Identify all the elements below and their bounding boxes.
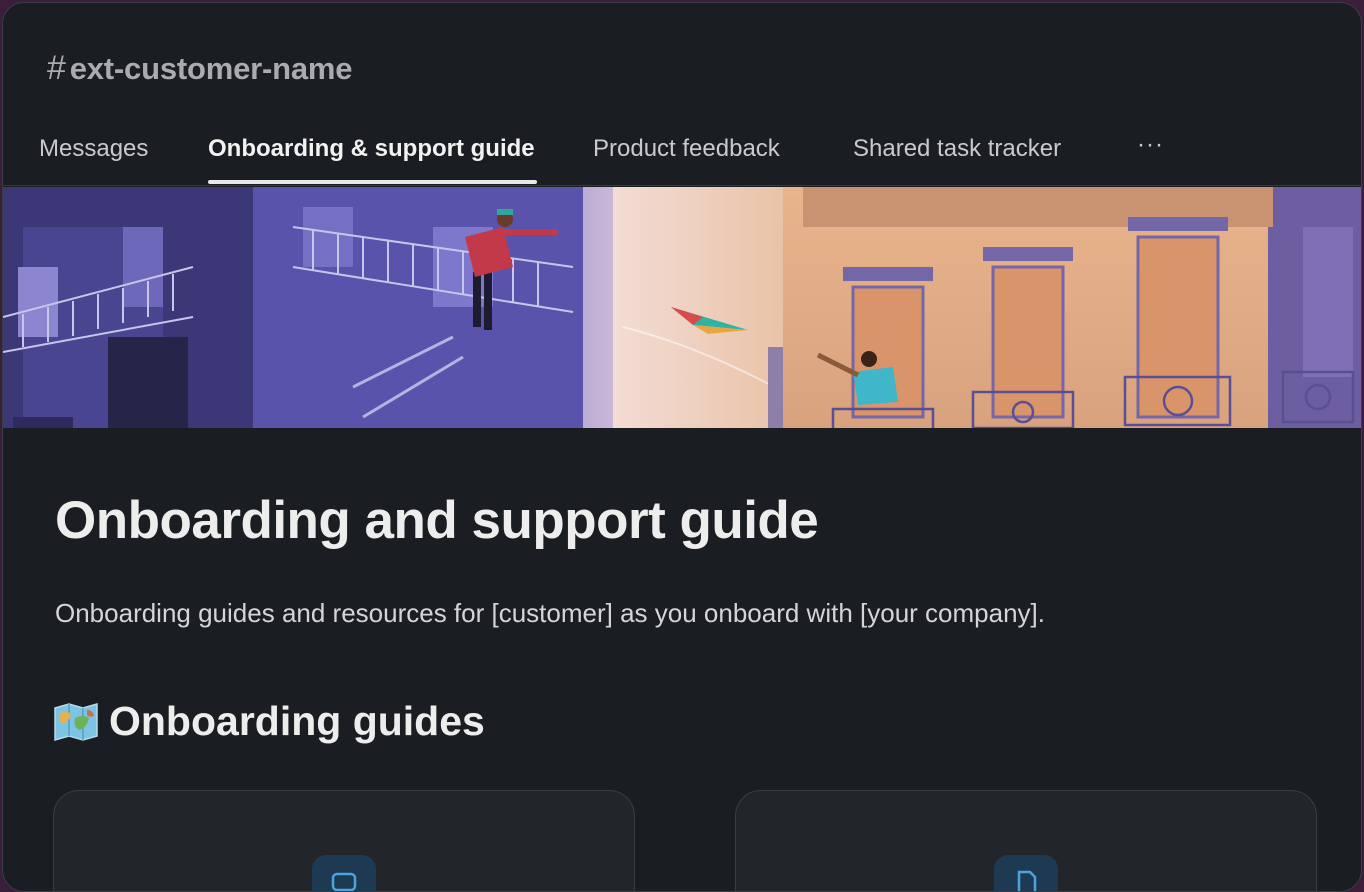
page-title: Onboarding and support guide xyxy=(55,491,819,550)
tab-shared-task-tracker[interactable]: Shared task tracker xyxy=(853,135,1061,163)
page-description: Onboarding guides and resources for [cus… xyxy=(55,598,1045,628)
more-tabs-icon[interactable]: ··· xyxy=(1137,131,1164,159)
channel-tabs: Messages Onboarding & support guide Prod… xyxy=(3,121,1361,186)
tab-onboarding-support-guide[interactable]: Onboarding & support guide xyxy=(208,135,535,163)
onboarding-card[interactable] xyxy=(53,790,635,891)
section-heading: Onboarding guides xyxy=(53,698,485,745)
world-map-icon xyxy=(54,702,98,741)
message-icon xyxy=(312,855,376,891)
channel-name: ext-customer-name xyxy=(69,50,353,86)
active-tab-indicator xyxy=(208,180,537,184)
hash-icon: # xyxy=(47,49,66,87)
section-title: Onboarding guides xyxy=(109,698,485,744)
canvas-window: # ext-customer-name Messages Onboarding … xyxy=(2,2,1362,892)
document-icon xyxy=(994,855,1058,891)
banner-illustration xyxy=(3,187,1361,428)
tab-product-feedback[interactable]: Product feedback xyxy=(593,135,780,163)
channel-title[interactable]: # ext-customer-name xyxy=(47,49,352,88)
tab-messages[interactable]: Messages xyxy=(39,135,148,163)
onboarding-card[interactable] xyxy=(735,790,1317,891)
